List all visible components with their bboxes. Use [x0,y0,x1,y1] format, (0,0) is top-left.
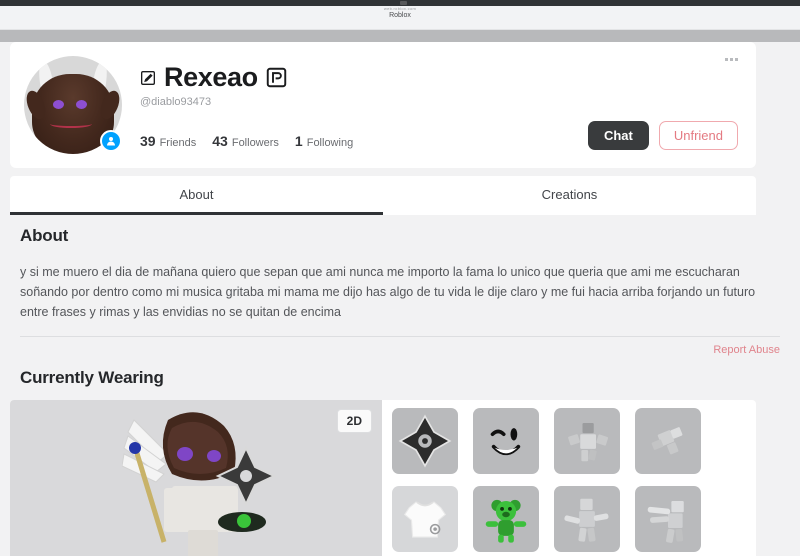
avatar-eye-right [76,100,87,109]
stat-followers[interactable]: 43 Followers [212,133,279,149]
package-figure-icon [568,423,609,462]
tab-about[interactable]: About [10,176,383,215]
browser-tab-strip[interactable]: web.roblox.com Roblox [0,6,800,30]
avatar[interactable] [24,56,122,154]
avatar-3d-preview[interactable]: 2D [10,400,382,556]
white-tshirt-icon [404,501,446,538]
window-control-dot [400,1,407,5]
tab-creations[interactable]: Creations [383,176,756,215]
green-bear-icon [485,499,527,543]
winking-face-icon [490,428,521,456]
stat-friends-value: 39 [140,133,156,149]
profile-page: Rexeao @diablo93473 39 Friends 43 Follow… [0,42,800,556]
worn-item-animation-figure[interactable] [635,486,701,552]
stat-followers-label: Followers [231,137,279,149]
name-row: Rexeao [140,62,740,93]
report-abuse-row: Report Abuse [10,337,790,356]
about-section: About y si me muero el dia de mañana qui… [10,215,790,337]
view-toggle-2d-button[interactable]: 2D [336,409,372,433]
about-bio-text: y si me muero el dia de mañana quiero qu… [20,265,756,319]
more-horizontal-icon[interactable] [725,58,738,61]
avatar-eye-left [53,100,64,109]
worn-item-accessory-figure[interactable] [635,408,701,474]
currently-wearing-heading: Currently Wearing [20,368,164,387]
stat-following-value: 1 [294,133,303,149]
more-dot [735,58,738,61]
about-heading: About [20,226,69,245]
edit-square-icon[interactable] [140,70,156,86]
profile-header: Rexeao @diablo93473 39 Friends 43 Follow… [10,42,756,168]
friend-person-icon [100,130,122,152]
premium-p-icon[interactable] [266,67,287,88]
profile-tabs: About Creations [10,176,756,215]
more-dot [730,58,733,61]
worn-item-green-bear[interactable] [473,486,539,552]
accessory-figure-icon [651,427,683,455]
browser-tab-title: Roblox [389,11,411,19]
avatar-mouth [50,120,92,128]
browser-tab-url: web.roblox.com [383,6,417,11]
profile-actions: Chat Unfriend [587,121,738,150]
currently-wearing-section: Currently Wearing [10,356,790,388]
stat-friends-label: Friends [159,137,197,149]
stat-friends[interactable]: 39 Friends [140,133,196,149]
stat-following-label: Following [306,137,354,149]
browser-toolbar-filler [0,30,800,42]
stat-followers-value: 43 [212,133,228,149]
page-title: Rexeao [164,62,258,92]
username: @diablo93473 [140,96,212,108]
chat-button[interactable]: Chat [587,121,649,150]
worn-item-package-figure[interactable] [554,408,620,474]
ninja-star-icon [398,414,452,468]
more-dot [725,58,728,61]
stat-following[interactable]: 1 Following [295,133,353,149]
browser-title-bar [0,0,800,6]
worn-item-winking-face[interactable] [473,408,539,474]
profile-header-card: Rexeao @diablo93473 39 Friends 43 Follow… [10,42,756,168]
worn-item-ninja-star[interactable] [392,408,458,474]
worn-item-white-tshirt[interactable] [392,486,458,552]
worn-item-pose-figure[interactable] [554,486,620,552]
avatar-preview-render [122,412,277,556]
report-abuse-link[interactable]: Report Abuse [713,344,780,356]
currently-wearing-panel: 2D [10,400,756,556]
browser-tab[interactable]: web.roblox.com Roblox [384,6,416,20]
worn-items-grid [382,400,756,556]
pose-figure-icon [564,498,609,542]
animation-figure-icon [647,501,684,543]
unfriend-button[interactable]: Unfriend [658,121,738,150]
